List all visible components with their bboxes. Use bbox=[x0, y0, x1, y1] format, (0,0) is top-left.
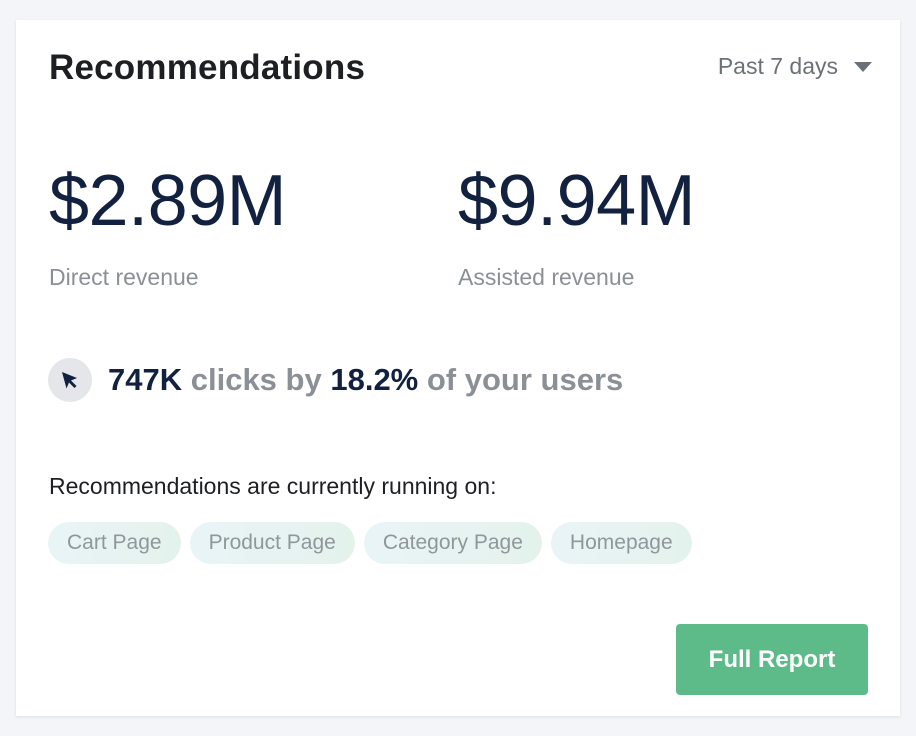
period-dropdown[interactable]: Past 7 days bbox=[718, 52, 872, 80]
chip-homepage[interactable]: Homepage bbox=[550, 522, 692, 564]
users-percent: 18.2% bbox=[330, 362, 419, 397]
clicks-summary: 747K clicks by 18.2% of your users bbox=[48, 358, 623, 402]
running-on-label: Recommendations are currently running on… bbox=[49, 473, 497, 499]
direct-revenue-label: Direct revenue bbox=[49, 264, 199, 290]
direct-revenue-metric: $2.89M Direct revenue bbox=[49, 160, 287, 291]
clicks-sentence: 747K clicks by 18.2% of your users bbox=[108, 360, 623, 400]
clicks-middle-text: clicks by bbox=[190, 362, 322, 397]
card-title: Recommendations bbox=[49, 48, 366, 87]
page-chips: Cart Page Product Page Category Page Hom… bbox=[48, 522, 692, 564]
clicks-suffix-text: of your users bbox=[426, 362, 624, 397]
direct-revenue-value: $2.89M bbox=[49, 161, 287, 241]
caret-down-icon bbox=[854, 62, 872, 72]
period-selected-value: Past 7 days bbox=[717, 53, 838, 79]
full-report-button[interactable]: Full Report bbox=[676, 624, 868, 695]
cursor-icon bbox=[48, 358, 92, 402]
chip-cart-page[interactable]: Cart Page bbox=[48, 522, 181, 564]
clicks-count: 747K bbox=[108, 362, 183, 397]
chip-product-page[interactable]: Product Page bbox=[189, 522, 355, 564]
assisted-revenue-value: $9.94M bbox=[458, 161, 696, 241]
chip-category-page[interactable]: Category Page bbox=[363, 522, 542, 564]
assisted-revenue-metric: $9.94M Assisted revenue bbox=[458, 160, 696, 291]
assisted-revenue-label: Assisted revenue bbox=[458, 264, 635, 290]
recommendations-card: Recommendations Past 7 days $2.89M Direc… bbox=[16, 20, 900, 716]
